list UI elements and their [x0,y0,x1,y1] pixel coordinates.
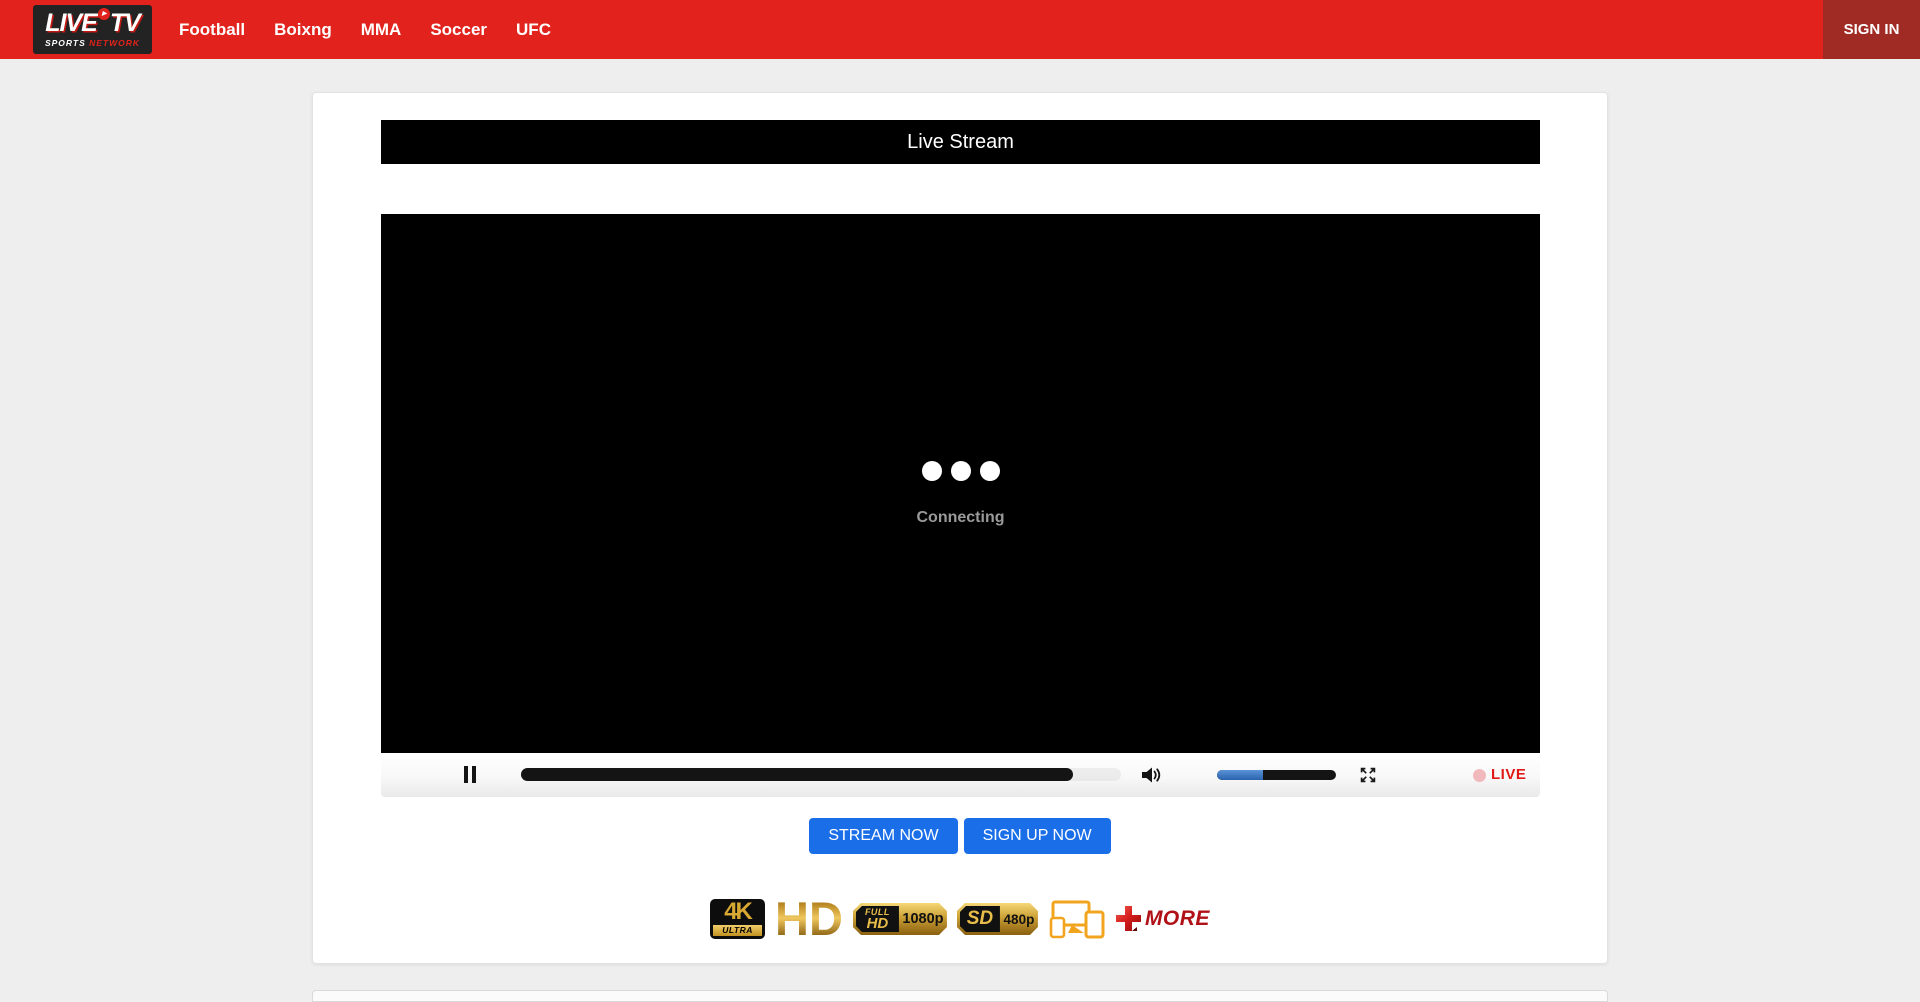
nav-item-boixng[interactable]: Boixng [274,20,332,40]
loading-dot [951,461,971,481]
loading-dot [922,461,942,481]
badge-fullhd-left: FULL HD [856,906,899,932]
sign-up-now-button[interactable]: SIGN UP NOW [964,818,1111,854]
top-navbar: LIVE ▶ TV SPORTS NETWORK Football Boixng… [0,0,1920,59]
badge-sd-left: SD [960,906,1000,932]
player-card: Live Stream Connecting [312,92,1608,964]
nav-item-soccer[interactable]: Soccer [430,20,487,40]
loading-dot [980,461,1000,481]
badge-more: MORE [1115,905,1210,933]
logo-title: LIVE ▶ TV [45,11,140,36]
fullscreen-icon[interactable] [1359,766,1377,784]
logo-subtitle: SPORTS NETWORK [45,38,140,48]
nav-item-football[interactable]: Football [179,20,245,40]
stream-header-title: Live Stream [381,120,1540,164]
nav-item-ufc[interactable]: UFC [516,20,551,40]
plus-icon [1115,905,1142,933]
stream-now-button[interactable]: STREAM NOW [809,818,957,854]
badge-fullhd-res: 1080p [899,911,947,927]
badge-sd-res: 480p [1000,912,1038,927]
logo-live-text: LIVE [45,11,97,36]
speaker-icon[interactable] [1141,765,1163,785]
player-controls-bar: LIVE [381,753,1540,797]
nav-item-mma[interactable]: MMA [361,20,402,40]
live-label: LIVE [1491,766,1526,783]
badge-more-text: MORE [1145,907,1210,931]
pause-icon[interactable] [464,766,476,783]
devices-icon [1048,899,1105,939]
live-indicator-dot [1473,769,1486,782]
loading-dots [381,461,1540,481]
video-player[interactable]: Connecting [381,214,1540,753]
next-section-card [312,990,1608,1002]
badge-fullhd-hd-text: HD [867,917,889,931]
badge-hd: HD [775,899,843,939]
volume-fill [1217,770,1263,780]
cta-row: STREAM NOW SIGN UP NOW [313,818,1607,854]
logo-network-text: NETWORK [89,38,140,48]
logo-tv-text: TV [110,11,140,36]
badge-4k-text: 4K [710,899,765,925]
logo-sports-text: SPORTS [45,38,86,48]
site-logo[interactable]: LIVE ▶ TV SPORTS NETWORK [33,5,152,54]
sign-in-button[interactable]: SIGN IN [1823,0,1920,59]
connecting-status: Connecting [381,509,1540,527]
quality-badges-row: 4K ULTRA HD FULL HD 1080p SD 480p [313,899,1607,939]
badge-full-hd-1080p: FULL HD 1080p [853,903,947,935]
badge-4k-ultra: 4K ULTRA [710,899,765,939]
badge-ultra-text: ULTRA [713,925,762,936]
progress-bar[interactable] [521,768,1121,781]
play-icon: ▶ [98,8,110,20]
main-nav: Football Boixng MMA Soccer UFC [179,0,551,59]
badge-sd-480p: SD 480p [957,903,1038,935]
progress-fill [521,768,1073,781]
volume-slider[interactable] [1217,770,1336,780]
